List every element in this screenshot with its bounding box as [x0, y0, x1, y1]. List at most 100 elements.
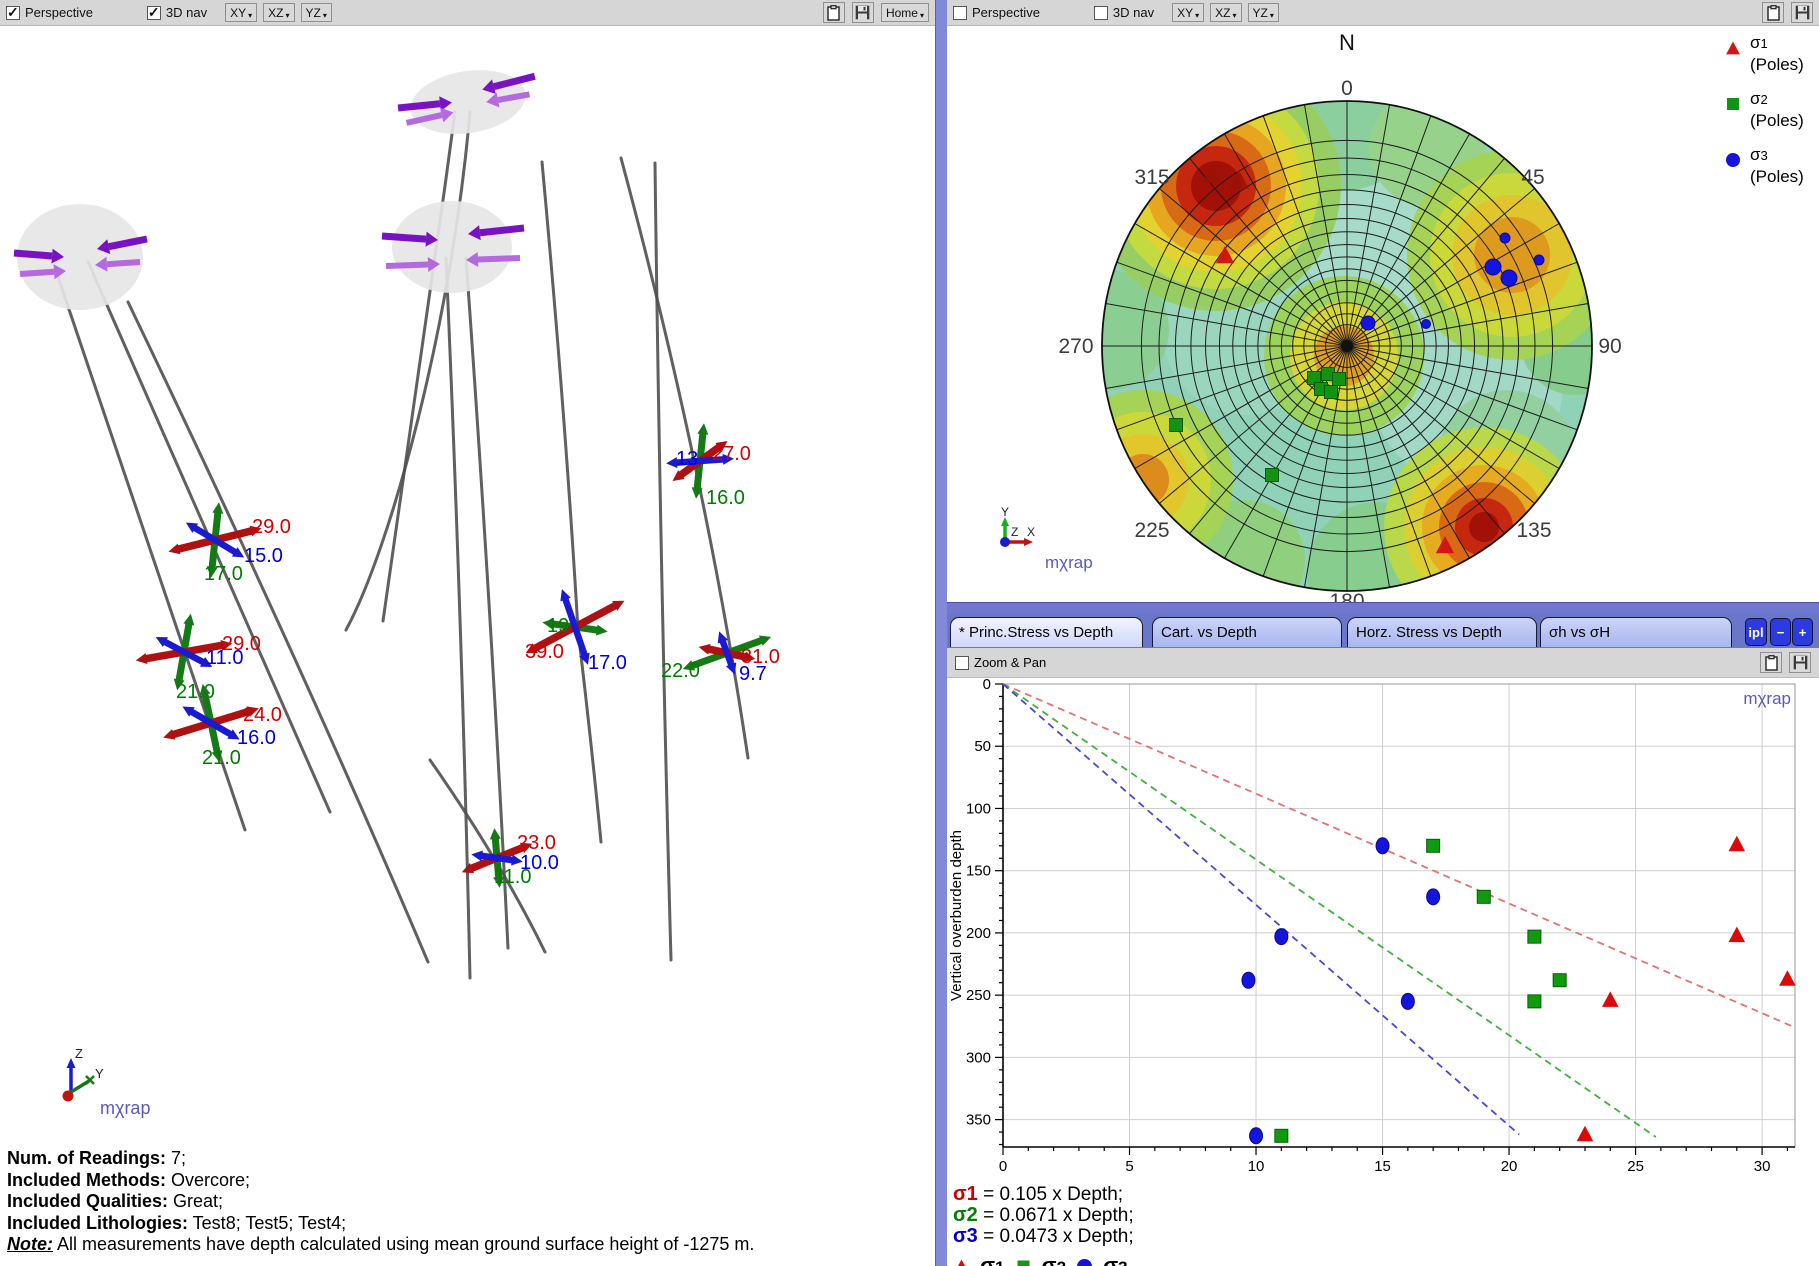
left-3d-panel: 29.015.017.029.011.021.024.016.021.01939… [0, 0, 935, 1266]
azimuth-label: 315 [1134, 166, 1169, 189]
xy-view-button[interactable]: XY▾ [1172, 3, 1204, 22]
dropdown-arrow-icon: ▾ [1233, 11, 1237, 20]
copy-to-clipboard-button[interactable] [1762, 2, 1784, 23]
x-tick-label: 15 [1374, 1158, 1391, 1175]
save-button[interactable] [1789, 652, 1811, 673]
btn-remove-tab[interactable]: − [1770, 618, 1791, 646]
tab-sh-vs-sH[interactable]: σh vs σH [1540, 617, 1732, 647]
summary-line: Included Qualities: Great; [7, 1191, 907, 1213]
y-axis-title: Vertical overburden depth [948, 830, 965, 1001]
y-tick-label: 200 [966, 925, 991, 942]
yz-view-button[interactable]: YZ▾ [301, 3, 332, 22]
perspective-toggle[interactable]: Perspective [953, 5, 1040, 20]
marker-legend: σ1σ2σ3 [953, 1253, 1813, 1266]
legend-item-σ3: σ3(Poles) [1725, 144, 1819, 187]
xz-view-button[interactable]: XZ▾ [263, 3, 294, 22]
stereonet-panel: N04590135180225270315YZXmχrap Perspectiv… [947, 0, 1819, 602]
summary-line: Num. of Readings: 7; [7, 1148, 907, 1170]
sigma2-pole [1325, 386, 1338, 399]
zoom-pan-toggle[interactable]: Zoom & Pan [955, 655, 1046, 670]
tab-horz-stress-vs-depth[interactable]: Horz. Stress vs Depth [1347, 617, 1537, 647]
yz-view-button[interactable]: YZ▾ [1248, 3, 1279, 22]
left-toolbar: Perspective 3D nav XY▾ XZ▾ YZ▾ Home▾ [0, 0, 935, 26]
trend-line [1003, 684, 1656, 1137]
summary-text-block: Num. of Readings: 7;Included Methods: Ov… [7, 1148, 907, 1256]
dropdown-arrow-icon: ▾ [248, 11, 252, 20]
shmax-arrow [386, 264, 428, 266]
circle-marker-icon [1076, 1258, 1093, 1266]
shmax-arrow [480, 228, 524, 233]
stereonet-canvas: N04590135180225270315YZXmχrap [947, 0, 1819, 602]
x-tick-label: 0 [999, 1158, 1007, 1175]
chart-grid [1003, 684, 1795, 1147]
stress-value-label: 19 [547, 615, 569, 637]
home-view-button[interactable]: Home▾ [881, 3, 929, 22]
x-tick-label: 5 [1125, 1158, 1133, 1175]
left-3d-view[interactable]: 29.015.017.029.011.021.024.016.021.01939… [0, 0, 935, 1266]
clipboard-icon [1767, 5, 1780, 21]
plot-tab-bar: * Princ.Stress vs Depth Cart. vs DepthHor… [947, 614, 1819, 649]
stress-value-label: 17.0 [204, 563, 243, 585]
stress-value-label: 22.0 [661, 660, 700, 682]
perspective-label: Perspective [25, 5, 93, 20]
btn-ipl[interactable]: ipl [1745, 618, 1767, 646]
azimuth-label: 270 [1058, 335, 1093, 358]
tab-cart-vs-depth[interactable]: Cart. vs Depth [1152, 617, 1342, 647]
mxrap-logo: mχrap [100, 1098, 150, 1118]
stress-direction-disc [394, 60, 542, 143]
stress-measurement-glyph: 13 27.0 16.0 [666, 423, 751, 509]
shmax-arrow [382, 236, 426, 239]
series-σ2 [1275, 839, 1566, 1142]
azimuth-label: 180 [1329, 590, 1364, 602]
stress-value-label: 29.0 [252, 516, 291, 538]
xy-view-button[interactable]: XY▾ [225, 3, 257, 22]
dropdown-arrow-icon: ▾ [1270, 11, 1274, 20]
sigma2-pole [1266, 469, 1279, 482]
stress-value-label: 15.0 [244, 545, 283, 567]
stress-value-label: 11.0 [494, 866, 531, 888]
y-tick-label: 50 [974, 738, 991, 755]
sigma3-pole [1501, 270, 1517, 286]
perspective-checkbox[interactable] [953, 6, 967, 20]
stress-value-label: 13 [676, 448, 698, 470]
stereonet-view[interactable]: N04590135180225270315YZXmχrap [947, 0, 1819, 602]
x-axis-icon [1024, 538, 1033, 546]
svg-text:Z: Z [1011, 525, 1018, 539]
nav3d-label: 3D nav [166, 5, 207, 20]
y-axis-icon [86, 1076, 94, 1084]
azimuth-label: 225 [1134, 519, 1169, 542]
summary-line: Included Methods: Overcore; [7, 1170, 907, 1192]
summary-line: Included Lithologies: Test8; Test5; Test… [7, 1213, 907, 1235]
x-tick-label: 20 [1501, 1158, 1518, 1175]
axis-triad: YZX [1000, 505, 1035, 547]
nav3d-checkbox[interactable] [147, 6, 161, 20]
sigma3-pole [1485, 259, 1501, 275]
nav3d-toggle[interactable]: 3D nav [1094, 5, 1154, 20]
nav3d-checkbox[interactable] [1094, 6, 1108, 20]
stress-value-label: 27.0 [712, 443, 751, 465]
stress-depth-chart[interactable]: 051015202530050100150200250300350StressV… [947, 614, 1819, 1184]
stress-value-label: 24.0 [243, 704, 282, 726]
sigma3-pole [1500, 233, 1510, 243]
save-button[interactable] [1791, 2, 1813, 23]
trend-line [1003, 684, 1795, 1028]
perspective-checkbox[interactable] [6, 6, 20, 20]
xz-view-button[interactable]: XZ▾ [1210, 3, 1241, 22]
save-button[interactable] [852, 2, 874, 23]
perspective-toggle[interactable]: Perspective [6, 5, 93, 20]
zoom-pan-checkbox[interactable] [955, 656, 969, 670]
clipboard-icon [827, 5, 840, 21]
x-tick-label: 25 [1627, 1158, 1644, 1175]
shmax-arrow [20, 272, 54, 274]
floppy-disk-icon [855, 5, 870, 20]
stress-value-label: 16.0 [706, 487, 745, 509]
tab-princ-stress-vs-depth[interactable]: * Princ.Stress vs Depth [950, 617, 1143, 647]
sigma2-pole [1333, 373, 1346, 386]
plot-toolbar: Zoom & Pan [947, 648, 1819, 678]
legend-item-σ2: σ2(Poles) [1725, 88, 1819, 131]
nav3d-toggle[interactable]: 3D nav [147, 5, 207, 20]
copy-to-clipboard-button[interactable] [823, 2, 845, 23]
copy-to-clipboard-button[interactable] [1760, 652, 1782, 673]
chart-legend: σ1 = 0.105 x Depth;σ2 = 0.0671 x Depth;σ… [953, 1184, 1813, 1266]
btn-add-tab[interactable]: + [1792, 618, 1813, 646]
